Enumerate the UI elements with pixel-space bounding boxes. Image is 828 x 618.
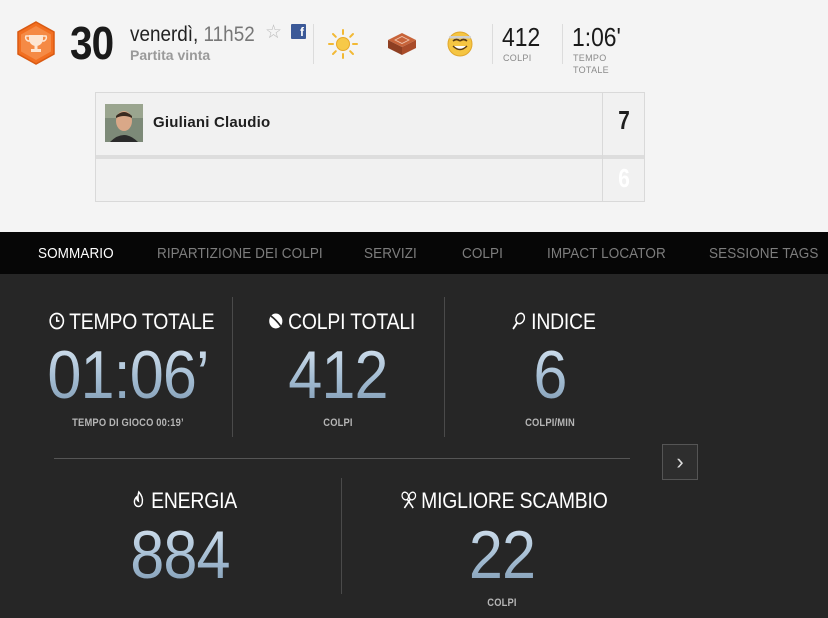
stats-panel: SOMMARIO RIPARTIZIONE DEI COLPI SERVIZI … [0,232,828,618]
match-datetime: venerdì, 11h52 [130,22,255,48]
score-column: 7 6 [602,93,644,201]
energy-value: 884 [99,520,261,590]
match-time: 11h52 [203,23,255,46]
best-rally-title: MIGLIORE SCAMBIO [400,488,608,514]
metric-divider [341,478,342,594]
ball-icon [269,313,283,329]
metric-divider [232,297,233,437]
duration-value: 1:06' [572,22,621,52]
header-divider [492,24,493,64]
best-rally-value: 22 [421,520,583,590]
strokes-count: 412 [502,22,541,52]
index-title: INDICE [510,309,596,335]
match-weekday: venerdì, [130,23,199,46]
facebook-icon[interactable]: f [291,24,306,39]
header-divider [313,24,314,64]
opponent-score: 6 [618,163,630,193]
index-value: 6 [469,340,631,410]
flame-icon [133,490,144,508]
total-time-title: TEMPO TOTALE [48,309,215,335]
player-row[interactable]: Giuliani Claudio [96,93,602,155]
total-strokes-value: 412 [257,340,419,410]
total-time-value: 01:06’ [47,337,209,413]
racket-icon [512,312,526,330]
player-score: 7 [618,105,630,135]
star-outline-icon[interactable]: ☆ [265,22,282,44]
match-day: 30 [70,17,114,69]
tab-bar: SOMMARIO RIPARTIZIONE DEI COLPI SERVIZI … [0,232,828,274]
metric-divider [444,297,445,437]
tab-colpi[interactable]: COLPI [462,245,503,262]
total-strokes-sub: COLPI [323,417,353,429]
header-divider [562,24,563,64]
next-arrow-button[interactable]: › [662,444,698,480]
best-rally-sub: COLPI [487,597,517,609]
clay-court-icon [388,33,416,55]
row-divider [54,458,630,459]
tab-ripartizione-colpi[interactable]: RIPARTIZIONE DEI COLPI [157,245,323,262]
duration-label: TEMPO TOTALE [573,53,609,75]
player-row [96,159,602,202]
players-scoreboard: Giuliani Claudio 7 6 [95,92,645,202]
total-time-sub: TEMPO DI GIOCO 00:19’ [72,417,184,429]
energy-title: ENERGIA [130,488,237,514]
tab-sessione-tags[interactable]: SESSIONE TAGS [709,245,818,262]
player-name: Giuliani Claudio [153,114,271,131]
sun-icon [328,29,358,59]
match-result: Partita vinta [130,47,211,63]
clock-icon [49,312,65,330]
trophy-badge-icon [17,21,55,65]
index-sub: COLPI/MIN [525,417,575,429]
crossed-rackets-icon [401,491,417,509]
tab-servizi[interactable]: SERVIZI [364,245,417,262]
tab-impact-locator[interactable]: IMPACT LOCATOR [547,245,666,262]
total-strokes-title: COLPI TOTALI [267,309,415,335]
match-header: 30 venerdì, 11h52 ☆ f Partita vinta 412 … [0,0,828,232]
smiley-face-icon [447,31,473,57]
strokes-label: COLPI [503,53,532,63]
avatar [105,104,143,142]
tab-sommario[interactable]: SOMMARIO [38,245,114,262]
